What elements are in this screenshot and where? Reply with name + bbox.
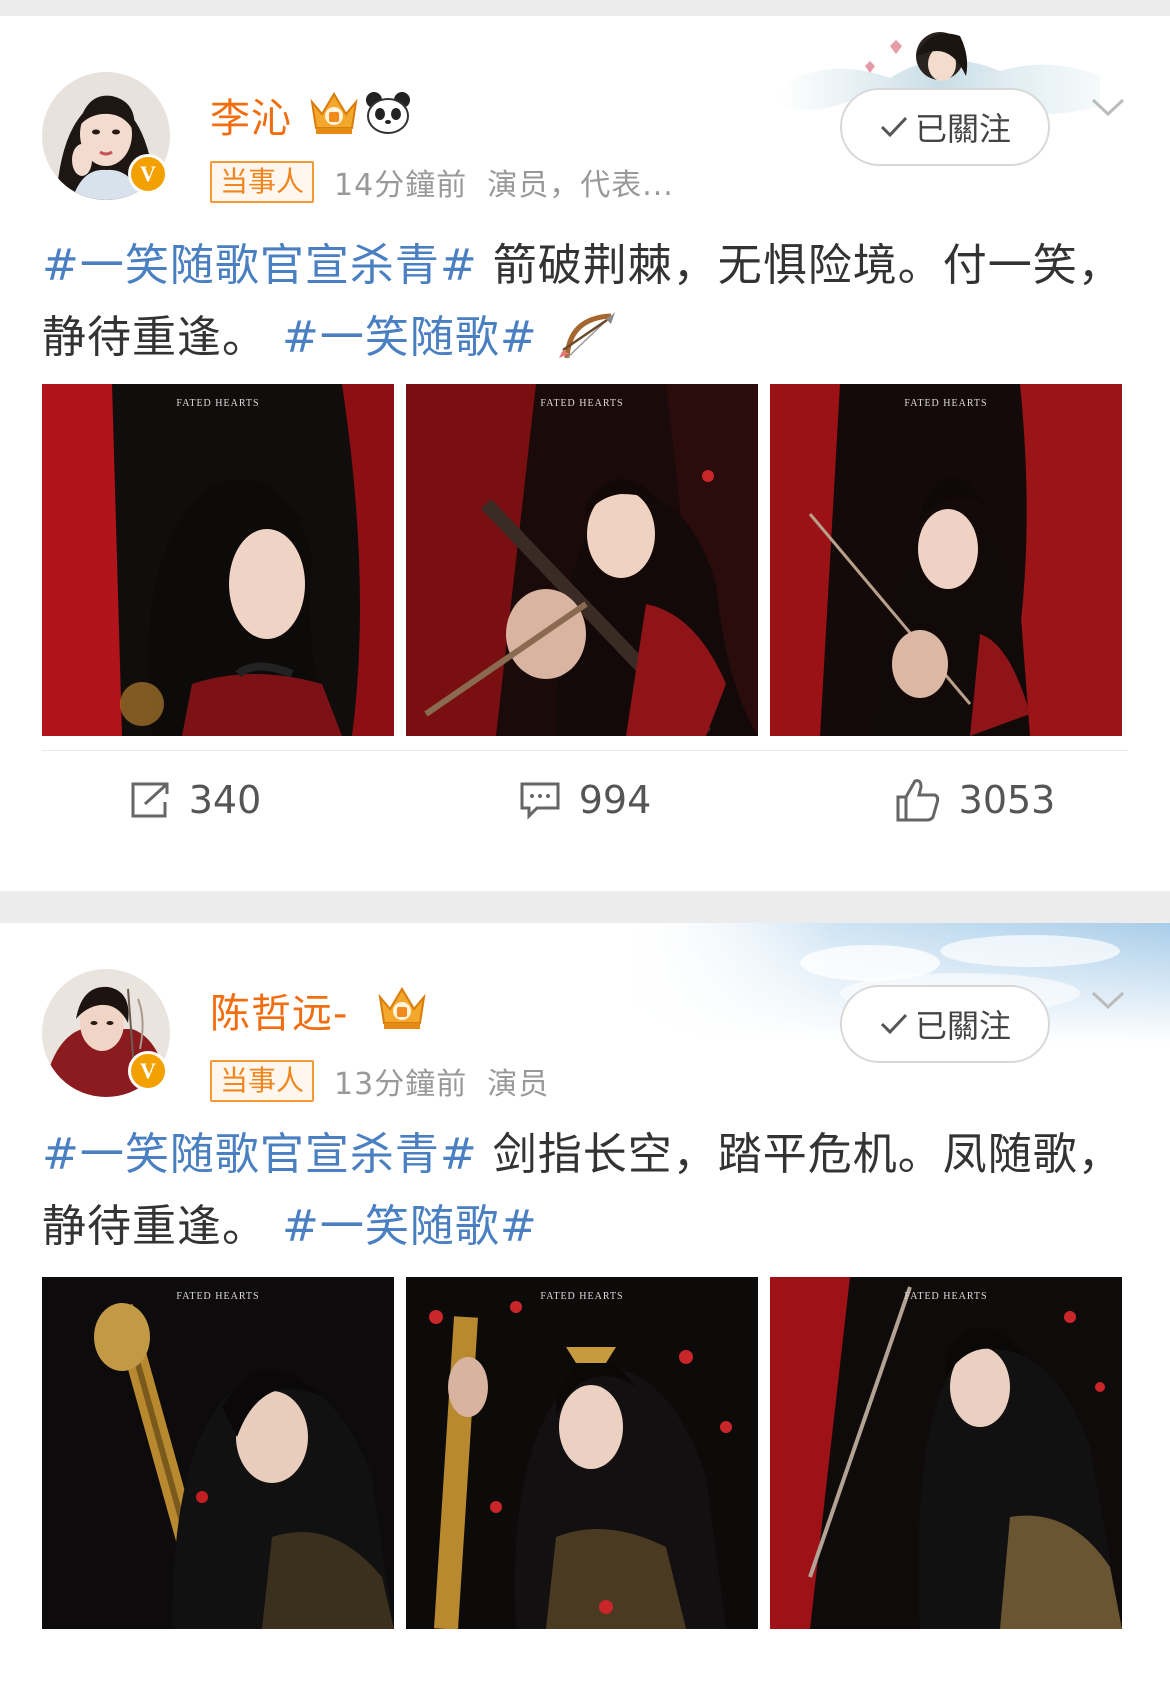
user-description: 演员，代表... — [487, 168, 674, 203]
crown-badge-icon — [310, 92, 358, 134]
feed-post: V 陈哲远- 当事人 13分鐘前 演员 已關注 #一笑随歌官宣杀青# 剑指长空，… — [0, 923, 1170, 1683]
follow-button[interactable]: 已關注 — [840, 985, 1050, 1063]
user-description: 演员 — [487, 1067, 550, 1102]
status-badge: 当事人 — [210, 161, 315, 203]
user-name[interactable]: 李沁 — [210, 86, 292, 144]
hashtag-link[interactable]: #一笑随歌官宣杀青# — [42, 240, 478, 291]
hashtag-link[interactable]: #一笑随歌# — [282, 1201, 538, 1252]
feed-post: V 李沁 当事人 14分鐘前 演员，代表... 已關注 #一笑随歌官宣杀青# 箭… — [0, 16, 1170, 891]
check-icon — [880, 116, 908, 138]
post-meta: 当事人 14分鐘前 演员，代表... — [210, 160, 674, 204]
photo-grid: FATED HEARTS FATED HEARTS FATED HEARTS — [42, 384, 1122, 736]
photo-caption: FATED HEARTS — [540, 398, 624, 409]
post-photo[interactable]: FATED HEARTS — [42, 1277, 394, 1629]
follow-label: 已關注 — [914, 1007, 1011, 1045]
post-meta: 当事人 13分鐘前 演员 — [210, 1059, 549, 1103]
photo-caption: FATED HEARTS — [176, 398, 260, 409]
hashtag-link[interactable]: #一笑随歌官宣杀青# — [42, 1129, 478, 1180]
crown-badge-icon — [378, 987, 426, 1029]
bow-and-arrow-emoji — [558, 312, 615, 359]
repost-button[interactable]: 340 — [0, 768, 390, 832]
photo-caption: FATED HEARTS — [904, 398, 988, 409]
comment-count: 994 — [578, 778, 652, 822]
post-photo[interactable]: FATED HEARTS — [42, 384, 394, 736]
chevron-down-icon[interactable] — [1090, 989, 1126, 1011]
photo-grid: FATED HEARTS FATED HEARTS FATED HEARTS — [42, 1277, 1122, 1629]
post-time: 13分鐘前 — [334, 1067, 468, 1102]
photo-caption: FATED HEARTS — [540, 1291, 624, 1302]
panda-icon — [366, 92, 410, 134]
post-photo[interactable]: FATED HEARTS — [406, 1277, 758, 1629]
post-time: 14分鐘前 — [334, 168, 468, 203]
follow-label: 已關注 — [914, 110, 1011, 148]
verified-v-icon: V — [128, 1051, 168, 1091]
user-name[interactable]: 陈哲远- — [210, 981, 348, 1039]
post-text: #一笑随歌官宣杀青# 箭破荆棘，无惧险境。付一笑，静待重逢。 #一笑随歌# — [42, 230, 1128, 374]
post-photo[interactable]: FATED HEARTS — [770, 384, 1122, 736]
photo-caption: FATED HEARTS — [904, 1291, 988, 1302]
repost-count: 340 — [188, 778, 262, 822]
divider — [42, 750, 1128, 751]
like-count: 3053 — [958, 778, 1056, 822]
like-button[interactable]: 3053 — [780, 768, 1170, 832]
verified-v-icon: V — [128, 154, 168, 194]
status-badge: 当事人 — [210, 1060, 315, 1102]
post-photo[interactable]: FATED HEARTS — [770, 1277, 1122, 1629]
hashtag-link[interactable]: #一笑随歌# — [282, 312, 538, 363]
photo-caption: FATED HEARTS — [176, 1291, 260, 1302]
comment-icon — [520, 782, 560, 820]
comment-button[interactable]: 994 — [390, 768, 780, 832]
action-bar: 340 994 3053 — [0, 768, 1170, 832]
chevron-down-icon[interactable] — [1090, 96, 1126, 118]
post-text: #一笑随歌官宣杀青# 剑指长空，踏平危机。凤随歌，静待重逢。 #一笑随歌# — [42, 1119, 1128, 1263]
repost-icon — [131, 782, 169, 818]
check-icon — [880, 1013, 908, 1035]
thumbs-up-icon — [896, 779, 939, 822]
post-photo[interactable]: FATED HEARTS — [406, 384, 758, 736]
follow-button[interactable]: 已關注 — [840, 88, 1050, 166]
